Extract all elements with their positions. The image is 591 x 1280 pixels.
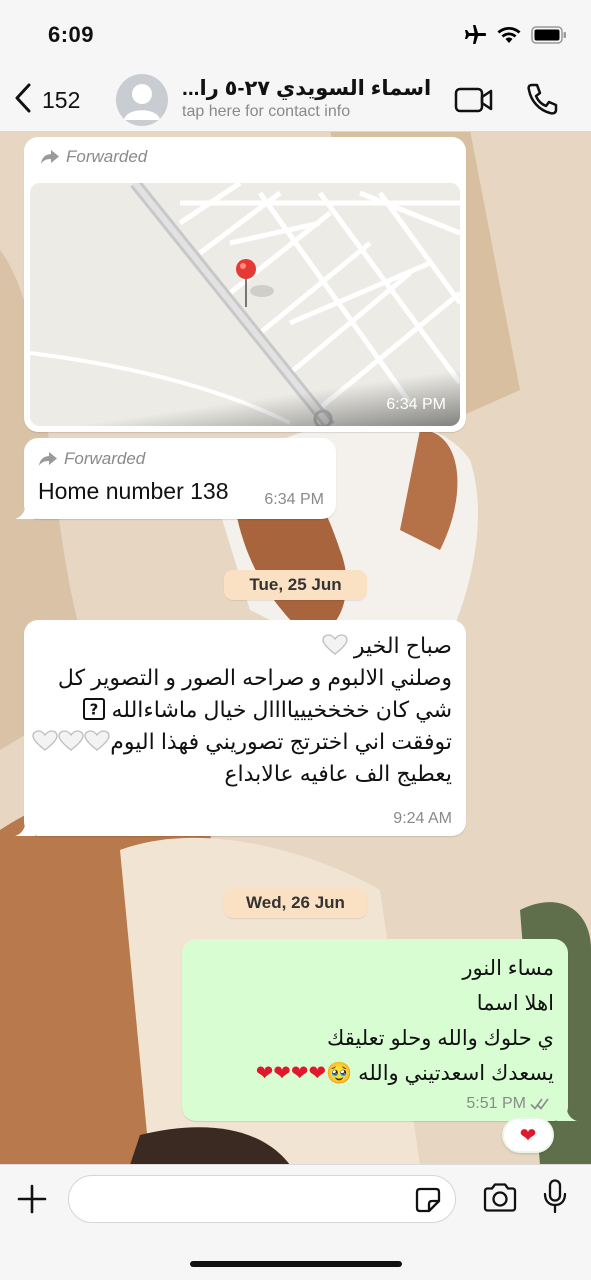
- unread-count: 152: [42, 86, 81, 113]
- home-indicator: [190, 1261, 402, 1267]
- forwarded-label: Forwarded: [38, 449, 145, 469]
- phone-icon[interactable]: [526, 82, 558, 121]
- location-message[interactable]: Forwarded 6:34 PM: [24, 137, 466, 432]
- unknown-glyph-icon: ?: [83, 698, 106, 720]
- camera-icon[interactable]: [482, 1183, 518, 1218]
- video-call-icon[interactable]: [454, 86, 494, 119]
- message-text: Home number 138: [38, 478, 229, 504]
- message-meta: 5:51 PM: [466, 1095, 552, 1113]
- text-message-incoming[interactable]: Forwarded Home number 138 6:34 PM: [15, 438, 336, 519]
- white-heart-icon: [58, 730, 84, 751]
- status-time: 6:09: [48, 22, 95, 47]
- message-time: 5:51 PM: [466, 1095, 526, 1112]
- message-text: مساء النور اهلا اسما ي حلوك والله وحلو ت…: [255, 957, 554, 1085]
- status-icons: [463, 24, 567, 51]
- text-message-outgoing[interactable]: مساء النور اهلا اسما ي حلوك والله وحلو ت…: [182, 939, 577, 1121]
- wifi-icon: [497, 26, 521, 49]
- battery-icon: [531, 26, 567, 49]
- back-button[interactable]: 152: [14, 80, 80, 120]
- svg-text:?: ?: [90, 701, 99, 719]
- forwarded-label: Forwarded: [40, 147, 147, 167]
- contact-subtitle: tap here for contact info: [182, 103, 351, 120]
- pleading-face-emoji: 🥹: [326, 1062, 353, 1085]
- mic-icon[interactable]: [542, 1179, 568, 1220]
- forward-arrow-icon: [39, 452, 57, 466]
- white-heart-icon: [32, 730, 58, 751]
- text-message-incoming[interactable]: صباح الخير وصلني الالبوم و صراحه الصور و…: [15, 620, 466, 836]
- message-time: 6:34 PM: [264, 491, 324, 508]
- message-input[interactable]: [85, 1184, 405, 1214]
- date-separator: Tue, 25 Jun: [224, 570, 367, 600]
- airplane-icon: [463, 24, 487, 51]
- white-heart-icon: [84, 730, 110, 751]
- bubble-tail: [557, 1105, 577, 1121]
- red-hearts-emoji: ❤❤❤❤: [255, 1062, 327, 1085]
- sticker-icon[interactable]: [415, 1187, 441, 1218]
- contact-info[interactable]: اسماء السويدي ٢٧-٥ را... tap here for co…: [182, 76, 432, 121]
- double-check-icon: [530, 1098, 549, 1110]
- message-time: 6:34 PM: [386, 396, 446, 413]
- avatar-icon: [124, 84, 160, 120]
- map-preview[interactable]: 6:34 PM: [30, 183, 460, 426]
- composer-bar: [0, 1164, 591, 1280]
- message-input-wrapper[interactable]: [68, 1175, 456, 1223]
- message-reaction[interactable]: ❤: [502, 1117, 554, 1153]
- bubble-tail: [15, 820, 35, 836]
- plus-icon[interactable]: [16, 1183, 48, 1220]
- bubble-tail: [15, 503, 35, 519]
- chat-header: 152 اسماء السويدي ٢٧-٥ را... tap here fo…: [0, 70, 591, 132]
- forward-arrow-icon: [41, 150, 59, 164]
- message-text: صباح الخير وصلني الالبوم و صراحه الصور و…: [32, 630, 452, 790]
- date-separator: Wed, 26 Jun: [224, 888, 367, 918]
- status-bar: 6:09: [0, 0, 591, 70]
- message-time: 9:24 AM: [393, 810, 452, 827]
- avatar[interactable]: [116, 74, 168, 126]
- chevron-left-icon: [14, 83, 32, 118]
- contact-name: اسماء السويدي ٢٧-٥ را...: [182, 77, 432, 100]
- white-heart-icon: [322, 634, 348, 655]
